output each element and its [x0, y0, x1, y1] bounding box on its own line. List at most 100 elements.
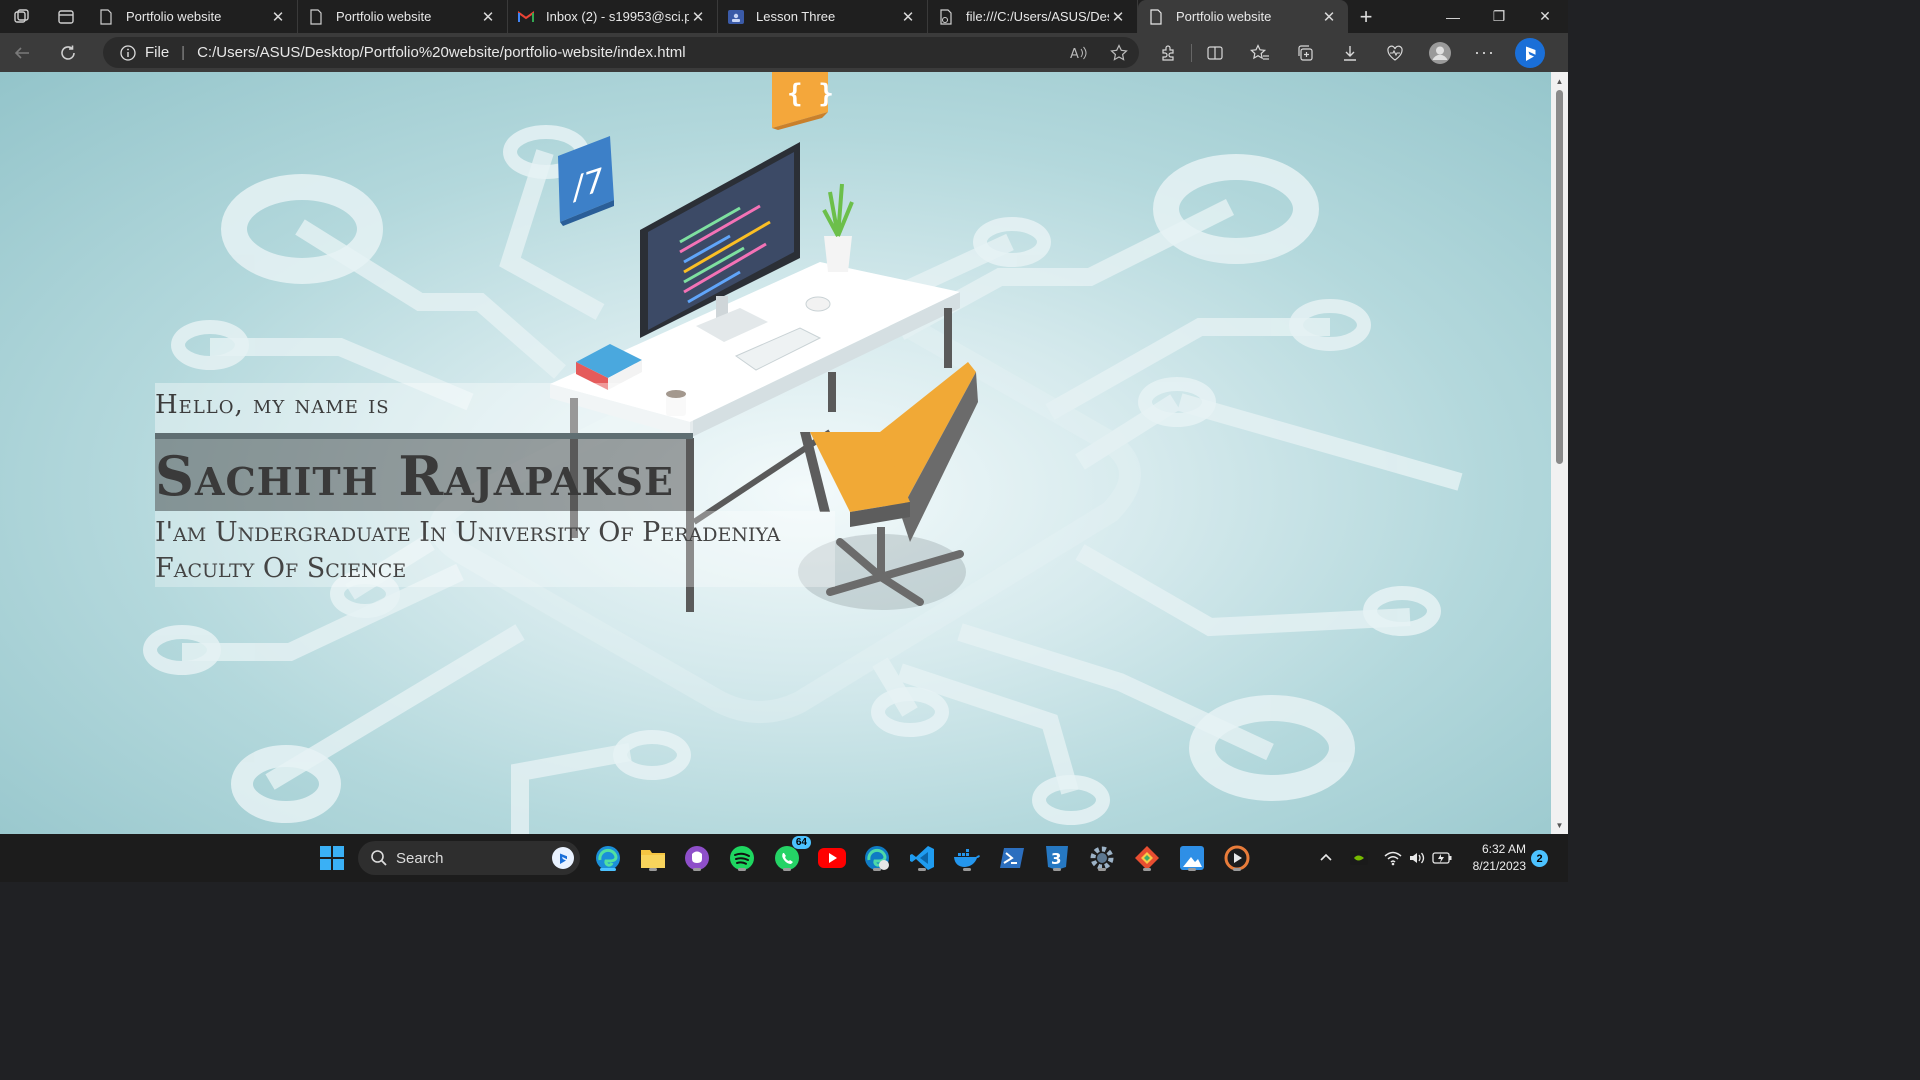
- workspaces-icon[interactable]: [0, 0, 44, 33]
- taskbar-vscode[interactable]: [906, 842, 938, 874]
- taskbar-clock[interactable]: 6:32 AM 8/21/2023: [1466, 841, 1526, 875]
- url-separator: |: [181, 44, 186, 61]
- scroll-down-arrow-icon[interactable]: ▼: [1551, 818, 1568, 832]
- browser-essentials-icon[interactable]: [1372, 33, 1417, 72]
- favorite-star-icon[interactable]: [1099, 43, 1139, 62]
- hero-intro: Hello, my name is Sachith Rajapakse I'am…: [155, 383, 835, 587]
- tab-title: Lesson Three: [756, 9, 836, 24]
- tab-portfolio-1[interactable]: Portfolio website ✕: [88, 0, 298, 33]
- running-indicator: [918, 868, 926, 871]
- running-indicator: [1233, 868, 1241, 871]
- taskbar-settings[interactable]: [1086, 842, 1118, 874]
- tab-strip: Portfolio website ✕ Portfolio website ✕ …: [0, 0, 1568, 33]
- clock-date: 8/21/2023: [1472, 859, 1526, 873]
- unread-badge: 64: [791, 836, 811, 849]
- tab-portfolio-2[interactable]: Portfolio website ✕: [298, 0, 508, 33]
- svg-text:{ }: { }: [787, 79, 834, 109]
- taskbar-css3-editor[interactable]: 3: [1041, 842, 1073, 874]
- close-tab-icon[interactable]: ✕: [689, 8, 707, 26]
- taskbar-powershell[interactable]: [996, 842, 1028, 874]
- taskbar-photos-editor[interactable]: [1176, 842, 1208, 874]
- more-options-icon[interactable]: ···: [1462, 33, 1507, 72]
- taskbar-git-client[interactable]: [1131, 842, 1163, 874]
- close-window-button[interactable]: ✕: [1522, 0, 1568, 33]
- toolbar-actions: ···: [1146, 33, 1552, 72]
- close-tab-icon[interactable]: ✕: [899, 8, 917, 26]
- taskbar-spotify[interactable]: [726, 842, 758, 874]
- bing-chat-icon[interactable]: [1507, 33, 1552, 72]
- tab-portfolio-active[interactable]: Portfolio website ✕: [1138, 0, 1348, 33]
- window-controls: — ❐ ✕: [1430, 0, 1568, 33]
- url-scheme-label: File: [145, 44, 170, 61]
- person-name: Sachith Rajapakse: [155, 439, 693, 511]
- site-info-icon[interactable]: [119, 44, 137, 62]
- taskbar-media-player[interactable]: [1221, 842, 1253, 874]
- taskbar-github-desktop[interactable]: [681, 842, 713, 874]
- read-aloud-icon[interactable]: A: [1059, 45, 1099, 61]
- volume-icon[interactable]: [1408, 834, 1426, 882]
- search-icon: [370, 849, 388, 867]
- minimize-button[interactable]: —: [1430, 0, 1476, 33]
- tab-title: Portfolio website: [1176, 9, 1272, 24]
- running-indicator: [783, 868, 791, 871]
- running-indicator: [738, 868, 746, 871]
- restore-button[interactable]: ❐: [1476, 0, 1522, 33]
- taskbar-youtube[interactable]: [816, 842, 848, 874]
- nvidia-icon[interactable]: [1350, 834, 1368, 882]
- tab-local-file[interactable]: file:///C:/Users/ASUS/Desktop ✕: [928, 0, 1138, 33]
- profile-avatar[interactable]: [1417, 33, 1462, 72]
- hero-description: I'am Undergraduate In University Of Pera…: [155, 511, 835, 587]
- show-hidden-icons-button[interactable]: [1318, 834, 1334, 882]
- tab-title: Portfolio website: [336, 9, 432, 24]
- tab-lesson-three[interactable]: Lesson Three ✕: [718, 0, 928, 33]
- page-icon: [98, 8, 114, 25]
- clock-time: 6:32 AM: [1481, 842, 1526, 856]
- new-tab-button[interactable]: +: [1348, 0, 1384, 33]
- taskbar-file-explorer[interactable]: [637, 842, 669, 874]
- collections-icon[interactable]: [1282, 33, 1327, 72]
- favorites-icon[interactable]: [1237, 33, 1282, 72]
- running-indicator: [1098, 868, 1106, 871]
- taskbar-edge-profile[interactable]: [861, 842, 893, 874]
- taskbar-edge[interactable]: [592, 842, 624, 874]
- brackets-badge-icon: { }: [772, 72, 834, 130]
- tab-title: file:///C:/Users/ASUS/Desktop: [966, 9, 1109, 24]
- pdf-file-icon: [938, 8, 954, 25]
- address-bar[interactable]: File | C:/Users/ASUS/Desktop/Portfolio%2…: [103, 37, 1139, 68]
- split-screen-icon[interactable]: [1192, 33, 1237, 72]
- scrollbar-thumb[interactable]: [1556, 90, 1563, 464]
- running-indicator: [1053, 868, 1061, 871]
- extensions-icon[interactable]: [1146, 33, 1191, 72]
- running-indicator: [963, 868, 971, 871]
- close-tab-icon[interactable]: ✕: [479, 8, 497, 26]
- bing-search-icon: [552, 847, 574, 869]
- battery-icon[interactable]: [1432, 834, 1452, 882]
- start-button[interactable]: [316, 842, 348, 874]
- close-tab-icon[interactable]: ✕: [1320, 8, 1338, 26]
- notification-count-badge[interactable]: 2: [1531, 850, 1548, 867]
- taskbar-whatsapp[interactable]: 64: [771, 836, 811, 874]
- tab-actions-icon[interactable]: [44, 0, 88, 33]
- faculty-line: Faculty Of Science: [155, 553, 407, 584]
- taskbar-docker[interactable]: [951, 842, 983, 874]
- wifi-icon[interactable]: [1384, 834, 1402, 882]
- browser-toolbar: File | C:/Users/ASUS/Desktop/Portfolio%2…: [0, 33, 1568, 72]
- page-scrollbar[interactable]: ▲ ▼: [1551, 72, 1568, 834]
- close-tab-icon[interactable]: ✕: [1109, 8, 1127, 26]
- running-indicator: [1188, 868, 1196, 871]
- back-button[interactable]: [0, 33, 44, 72]
- scroll-up-arrow-icon[interactable]: ▲: [1551, 74, 1568, 88]
- refresh-button[interactable]: [46, 33, 90, 72]
- url-text[interactable]: C:/Users/ASUS/Desktop/Portfolio%20websit…: [197, 44, 1059, 61]
- running-indicator: [1143, 868, 1151, 871]
- svg-text:A: A: [1070, 47, 1079, 61]
- taskbar-search[interactable]: Search: [358, 841, 580, 875]
- windows-taskbar: Search 64 3 6:32 AM 8/21/2023 2: [0, 834, 1568, 882]
- downloads-icon[interactable]: [1327, 33, 1372, 72]
- classroom-icon: [728, 9, 744, 25]
- running-indicator: [600, 868, 616, 871]
- tab-gmail-inbox[interactable]: Inbox (2) - s19953@sci.pdn.ac.lk ✕: [508, 0, 718, 33]
- tab-title: Portfolio website: [126, 9, 222, 24]
- page-icon: [1148, 8, 1164, 25]
- close-tab-icon[interactable]: ✕: [269, 8, 287, 26]
